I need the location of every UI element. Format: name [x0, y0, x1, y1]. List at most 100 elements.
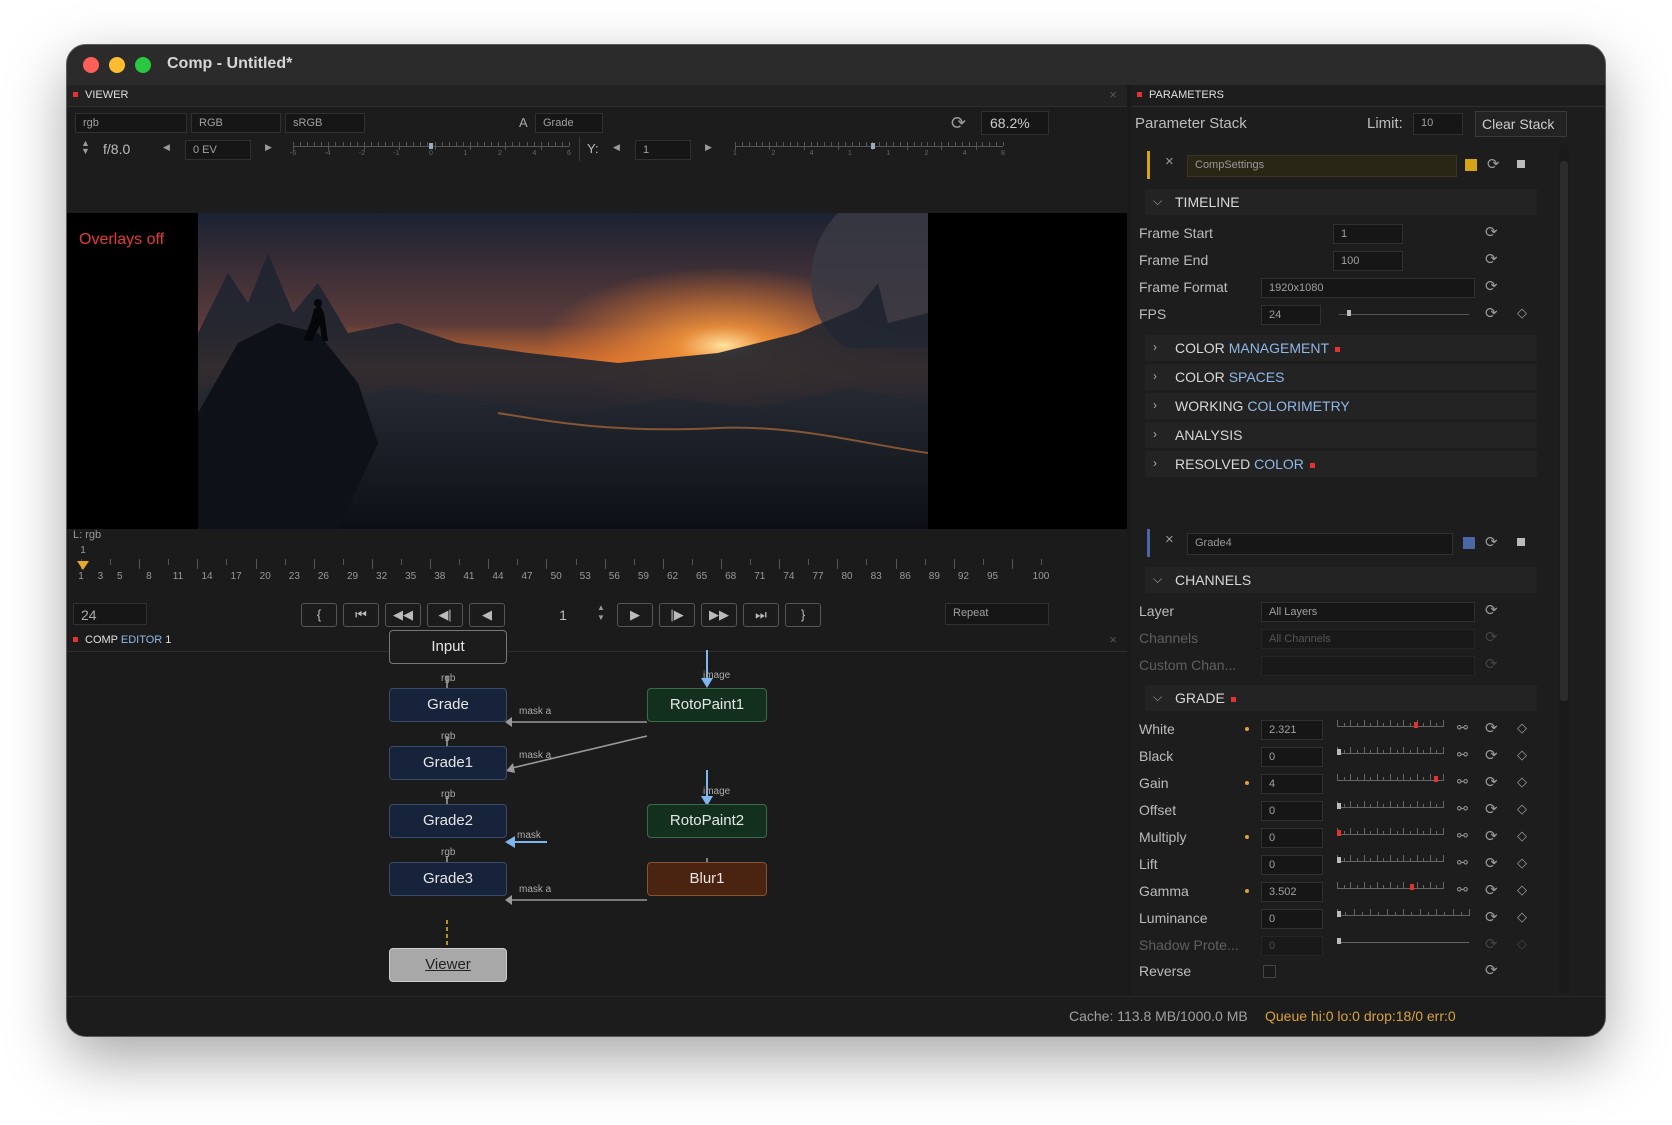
- collapsed-section[interactable]: › RESOLVED COLOR: [1145, 451, 1537, 477]
- keyframe-icon[interactable]: ◇: [1517, 801, 1527, 817]
- color-swatch-icon[interactable]: [1465, 159, 1477, 171]
- collapsed-section[interactable]: › COLOR MANAGEMENT: [1145, 335, 1537, 361]
- grade-param-value[interactable]: 0: [1261, 828, 1323, 848]
- exposure-field[interactable]: 0 EV: [185, 140, 251, 160]
- minimize-window-button[interactable]: [109, 57, 125, 73]
- compsettings-name[interactable]: CompSettings: [1187, 155, 1457, 177]
- reset-icon[interactable]: ⟳: [1485, 304, 1498, 322]
- frame-end-field[interactable]: 100: [1333, 251, 1403, 271]
- reset-icon[interactable]: ⟳: [1487, 155, 1500, 173]
- node-viewer[interactable]: Viewer: [389, 948, 507, 982]
- zoom-field[interactable]: 68.2%: [981, 111, 1049, 135]
- grade-param-slider[interactable]: [1337, 906, 1470, 928]
- exposure-slider[interactable]: -6 -4 -2 -1 0 1 2 4 6: [290, 139, 571, 159]
- close-window-button[interactable]: [83, 57, 99, 73]
- a-input-select[interactable]: Grade: [535, 113, 603, 133]
- slider-knob[interactable]: [1413, 722, 1418, 728]
- step-back-button[interactable]: ◀|: [427, 603, 463, 627]
- exposure-right-arrow-icon[interactable]: ▶: [265, 142, 272, 153]
- grade-param-slider[interactable]: [1337, 717, 1444, 739]
- reset-icon[interactable]: ⟳: [1485, 533, 1498, 551]
- exposure-slider-knob[interactable]: [429, 143, 433, 149]
- frame-format-select[interactable]: 1920x1080: [1261, 278, 1475, 298]
- close-icon[interactable]: ×: [1109, 87, 1117, 102]
- rewind-button[interactable]: ◀◀: [385, 603, 421, 627]
- slider-knob[interactable]: [1410, 884, 1415, 890]
- grade-param-slider[interactable]: [1337, 825, 1444, 847]
- keyframe-icon[interactable]: ◇: [1517, 747, 1527, 763]
- scrollbar-thumb[interactable]: [1560, 161, 1568, 701]
- reset-icon[interactable]: ⟳: [1485, 908, 1498, 926]
- play-button[interactable]: ▶: [617, 603, 653, 627]
- y-slider[interactable]: 1 2 4 1 1 2 4 8: [733, 139, 1005, 159]
- first-frame-button[interactable]: ⏮: [343, 603, 379, 627]
- keyframe-icon[interactable]: ◇: [1517, 909, 1527, 925]
- slider-knob[interactable]: [1337, 911, 1341, 917]
- colorspace-select[interactable]: RGB: [191, 113, 281, 133]
- keyframe-icon[interactable]: ◇: [1517, 305, 1527, 321]
- node-grade2[interactable]: Grade2: [389, 804, 507, 838]
- display-select[interactable]: sRGB: [285, 113, 365, 133]
- slider-knob[interactable]: [1337, 857, 1341, 863]
- slider-knob[interactable]: [1337, 749, 1341, 755]
- link-icon[interactable]: ⚯: [1457, 774, 1468, 790]
- grade-param-value[interactable]: 0: [1261, 801, 1323, 821]
- keyframe-icon[interactable]: ◇: [1517, 720, 1527, 736]
- node-input[interactable]: Input: [389, 630, 507, 664]
- reset-icon[interactable]: ⟳: [1485, 961, 1498, 979]
- stop-icon[interactable]: [1517, 160, 1525, 168]
- timeline-section[interactable]: ⌵ TIMELINE: [1145, 189, 1537, 215]
- slider-knob[interactable]: [1337, 830, 1341, 836]
- keyframe-icon[interactable]: ◇: [1517, 882, 1527, 898]
- clear-stack-button[interactable]: Clear Stack: [1475, 111, 1567, 137]
- parameters-tab[interactable]: PARAMETERS: [1137, 89, 1230, 101]
- slider-knob[interactable]: [1337, 803, 1341, 809]
- fstop-stepper-icon[interactable]: ▲ ▼: [81, 139, 90, 156]
- reset-icon[interactable]: ⟳: [1485, 854, 1498, 872]
- node-grade[interactable]: Grade: [389, 688, 507, 722]
- grade-param-slider[interactable]: [1337, 852, 1444, 874]
- layer-select[interactable]: All Layers: [1261, 602, 1475, 622]
- fps-param-field[interactable]: 24: [1261, 305, 1321, 325]
- reset-icon[interactable]: ⟳: [1485, 746, 1498, 764]
- color-swatch-icon[interactable]: [1463, 537, 1475, 549]
- channels-section[interactable]: ⌵ CHANNELS: [1145, 567, 1537, 593]
- exposure-left-arrow-icon[interactable]: ◀: [163, 142, 170, 153]
- play-backward-button[interactable]: ◀: [469, 603, 505, 627]
- channel-select[interactable]: rgb: [75, 113, 187, 133]
- grade-param-value[interactable]: 3.502: [1261, 882, 1323, 902]
- refresh-icon[interactable]: ⟳: [951, 113, 966, 134]
- y-slider-knob[interactable]: [871, 143, 875, 149]
- collapsed-section[interactable]: › COLOR SPACES: [1145, 364, 1537, 390]
- keyframe-icon[interactable]: ◇: [1517, 774, 1527, 790]
- last-frame-button[interactable]: ⏭: [743, 603, 779, 627]
- link-icon[interactable]: ⚯: [1457, 720, 1468, 736]
- stop-icon[interactable]: [1517, 538, 1525, 546]
- node-rotopaint1[interactable]: RotoPaint1: [647, 688, 767, 722]
- link-icon[interactable]: ⚯: [1457, 801, 1468, 817]
- frame-start-field[interactable]: 1: [1333, 224, 1403, 244]
- reset-icon[interactable]: ⟳: [1485, 827, 1498, 845]
- keyframe-icon[interactable]: ◇: [1517, 855, 1527, 871]
- timeline-ruler[interactable]: 1 1 3 5 8 11 14 17 20 23 26 29 32 35 38 41 44 47 50 53 56 59 6…: [78, 545, 1049, 582]
- y-field[interactable]: 1: [635, 140, 691, 160]
- fps-field[interactable]: 24: [73, 603, 147, 625]
- close-icon[interactable]: ×: [1165, 531, 1174, 548]
- node-rotopaint2[interactable]: RotoPaint2: [647, 804, 767, 838]
- grade-param-value[interactable]: 0: [1261, 909, 1323, 929]
- link-icon[interactable]: ⚯: [1457, 747, 1468, 763]
- fps-slider[interactable]: [1339, 314, 1469, 315]
- grade-param-value[interactable]: 4: [1261, 774, 1323, 794]
- step-forward-button[interactable]: |▶: [659, 603, 695, 627]
- grade-param-value[interactable]: 0: [1261, 747, 1323, 767]
- repeat-mode-select[interactable]: Repeat: [945, 603, 1049, 625]
- grade4-name[interactable]: Grade4: [1187, 533, 1453, 555]
- grade-section[interactable]: ⌵ GRADE: [1145, 685, 1537, 711]
- link-icon[interactable]: ⚯: [1457, 855, 1468, 871]
- node-grade1[interactable]: Grade1: [389, 746, 507, 780]
- fps-slider-knob[interactable]: [1347, 310, 1351, 316]
- grade-param-slider[interactable]: [1337, 879, 1444, 901]
- limit-field[interactable]: 10: [1413, 113, 1463, 135]
- reset-icon[interactable]: ⟳: [1485, 601, 1498, 619]
- reset-icon[interactable]: ⟳: [1485, 250, 1498, 268]
